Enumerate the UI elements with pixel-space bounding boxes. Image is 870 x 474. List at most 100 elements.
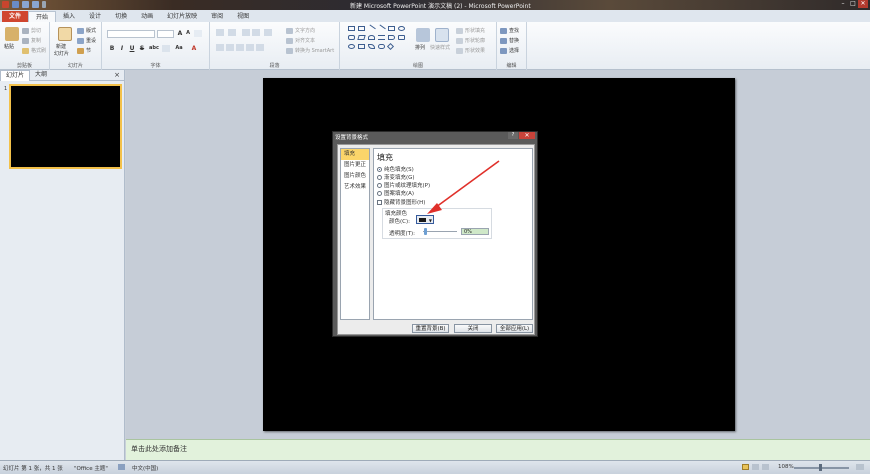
- normal-view-icon[interactable]: [742, 464, 749, 470]
- tab-slideshow[interactable]: 幻灯片放映: [160, 11, 204, 22]
- solid-fill-option[interactable]: 纯色填充(S): [377, 165, 414, 173]
- spellcheck-icon[interactable]: [118, 464, 125, 470]
- find-button[interactable]: 查找: [500, 27, 519, 34]
- align-right-icon[interactable]: [236, 44, 244, 51]
- numbering-icon[interactable]: [228, 29, 236, 36]
- font-family-combo[interactable]: [107, 30, 155, 38]
- reset-background-button[interactable]: 重置背景(B): [412, 324, 449, 333]
- triangle-shape-icon[interactable]: [358, 44, 365, 49]
- zoom-level[interactable]: 108%: [778, 464, 794, 470]
- callout-shape-icon[interactable]: [398, 35, 405, 40]
- line-spacing-icon[interactable]: [264, 29, 272, 36]
- transparency-slider[interactable]: [423, 231, 457, 232]
- tab-design[interactable]: 设计: [82, 11, 108, 22]
- slide-sorter-icon[interactable]: [752, 464, 759, 470]
- justify-icon[interactable]: [246, 44, 254, 51]
- picture-fill-option[interactable]: 图片或纹理填充(P): [377, 181, 430, 189]
- textbox-shape-icon[interactable]: [348, 26, 355, 31]
- tab-review[interactable]: 审阅: [204, 11, 230, 22]
- grow-font-button[interactable]: A: [176, 30, 184, 37]
- minimize-button[interactable]: –: [838, 0, 848, 8]
- pattern-fill-option[interactable]: 图案填充(A): [377, 189, 414, 197]
- reading-view-icon[interactable]: [762, 464, 769, 470]
- dialog-close-button[interactable]: ✕: [519, 132, 535, 139]
- increase-indent-icon[interactable]: [252, 29, 260, 36]
- font-color-icon[interactable]: A: [190, 45, 198, 52]
- shape-outline-button[interactable]: 形状轮廓: [456, 37, 485, 44]
- rounded-rect-shape-icon[interactable]: [348, 35, 355, 40]
- oval-shape-icon[interactable]: [398, 26, 405, 31]
- font-size-combo[interactable]: [157, 30, 174, 38]
- tab-file[interactable]: 文件: [2, 11, 29, 22]
- solid-fill-radio[interactable]: [377, 166, 382, 172]
- curve-shape-icon[interactable]: [368, 44, 375, 49]
- transparency-slider-thumb[interactable]: [424, 228, 427, 235]
- paste-button[interactable]: 粘贴: [4, 43, 14, 50]
- rect-shape-icon[interactable]: [358, 26, 365, 31]
- bold-button[interactable]: B: [108, 45, 116, 52]
- reset-button[interactable]: 重设: [77, 37, 96, 44]
- apply-all-button[interactable]: 全部应用(L): [496, 324, 533, 333]
- undo-icon[interactable]: [22, 1, 29, 8]
- arrow-block-shape-icon[interactable]: [388, 35, 395, 40]
- tab-insert[interactable]: 插入: [56, 11, 82, 22]
- arrange-icon[interactable]: [416, 28, 430, 42]
- dialog-help-button[interactable]: ?: [508, 132, 518, 139]
- columns-icon[interactable]: [256, 44, 264, 51]
- square-shape-icon[interactable]: [388, 26, 395, 31]
- close-panel-icon[interactable]: ×: [114, 71, 120, 79]
- quick-styles-icon[interactable]: [435, 28, 449, 42]
- fit-window-icon[interactable]: [856, 464, 864, 470]
- shape-effects-button[interactable]: 形状效果: [456, 47, 485, 54]
- arrow-shape-icon[interactable]: [377, 24, 386, 33]
- shape-fill-button[interactable]: 形状填充: [456, 27, 485, 34]
- tab-slides[interactable]: 幻灯片: [0, 69, 31, 81]
- shrink-font-button[interactable]: A: [184, 30, 192, 37]
- tab-outline[interactable]: 大纲: [30, 70, 52, 80]
- format-painter-button[interactable]: 格式刷: [22, 47, 46, 54]
- underline-button[interactable]: U: [128, 45, 136, 52]
- select-button[interactable]: 选择: [500, 47, 519, 54]
- new-slide-icon[interactable]: [58, 27, 72, 41]
- tab-home[interactable]: 开始: [28, 11, 57, 22]
- new-slide-button[interactable]: 新建: [56, 43, 66, 50]
- gradient-fill-radio[interactable]: [377, 174, 382, 180]
- cut-button[interactable]: 剪切: [22, 27, 41, 34]
- arrange-button[interactable]: 排列: [415, 44, 425, 51]
- nav-artistic-effects[interactable]: 艺术效果: [341, 182, 369, 193]
- gradient-fill-option[interactable]: 渐变填充(G): [377, 173, 415, 181]
- italic-button[interactable]: I: [118, 45, 126, 52]
- section-button[interactable]: 节: [77, 47, 91, 54]
- pattern-fill-radio[interactable]: [377, 190, 382, 196]
- color-picker-button[interactable]: ▼: [416, 215, 434, 224]
- save-icon[interactable]: [12, 1, 19, 8]
- slide-thumbnail[interactable]: [9, 84, 122, 169]
- bullets-icon[interactable]: [216, 29, 224, 36]
- char-spacing-icon[interactable]: [162, 45, 170, 52]
- align-center-icon[interactable]: [226, 44, 234, 51]
- hide-graphics-checkbox[interactable]: [377, 199, 382, 205]
- parallelogram-shape-icon[interactable]: [357, 35, 366, 40]
- nav-fill[interactable]: 填充: [341, 149, 369, 160]
- picture-fill-radio[interactable]: [377, 182, 382, 188]
- change-case-button[interactable]: Aa: [174, 45, 184, 52]
- brace-shape-icon[interactable]: [378, 35, 385, 40]
- hide-graphics-option[interactable]: 隐藏背景图形(H): [377, 198, 425, 206]
- tab-view[interactable]: 视图: [230, 11, 256, 22]
- customize-qat-icon[interactable]: [42, 1, 46, 8]
- transparency-input[interactable]: 0%: [461, 228, 489, 235]
- decrease-indent-icon[interactable]: [242, 29, 250, 36]
- tab-animations[interactable]: 动画: [134, 11, 160, 22]
- replace-button[interactable]: 替换: [500, 37, 519, 44]
- notes-pane[interactable]: 单击此处添加备注: [126, 439, 870, 460]
- text-direction-button[interactable]: 文字方向: [286, 27, 315, 34]
- align-left-icon[interactable]: [216, 44, 224, 51]
- align-text-button[interactable]: 对齐文本: [286, 37, 315, 44]
- close-button[interactable]: 关闭: [454, 324, 492, 333]
- shadow-button[interactable]: abc: [148, 45, 160, 52]
- zoom-slider-thumb[interactable]: [819, 464, 822, 471]
- circle-shape-icon[interactable]: [348, 44, 355, 49]
- paste-icon[interactable]: [5, 27, 19, 41]
- copy-button[interactable]: 复制: [22, 37, 41, 44]
- arc-shape-icon[interactable]: [368, 35, 375, 40]
